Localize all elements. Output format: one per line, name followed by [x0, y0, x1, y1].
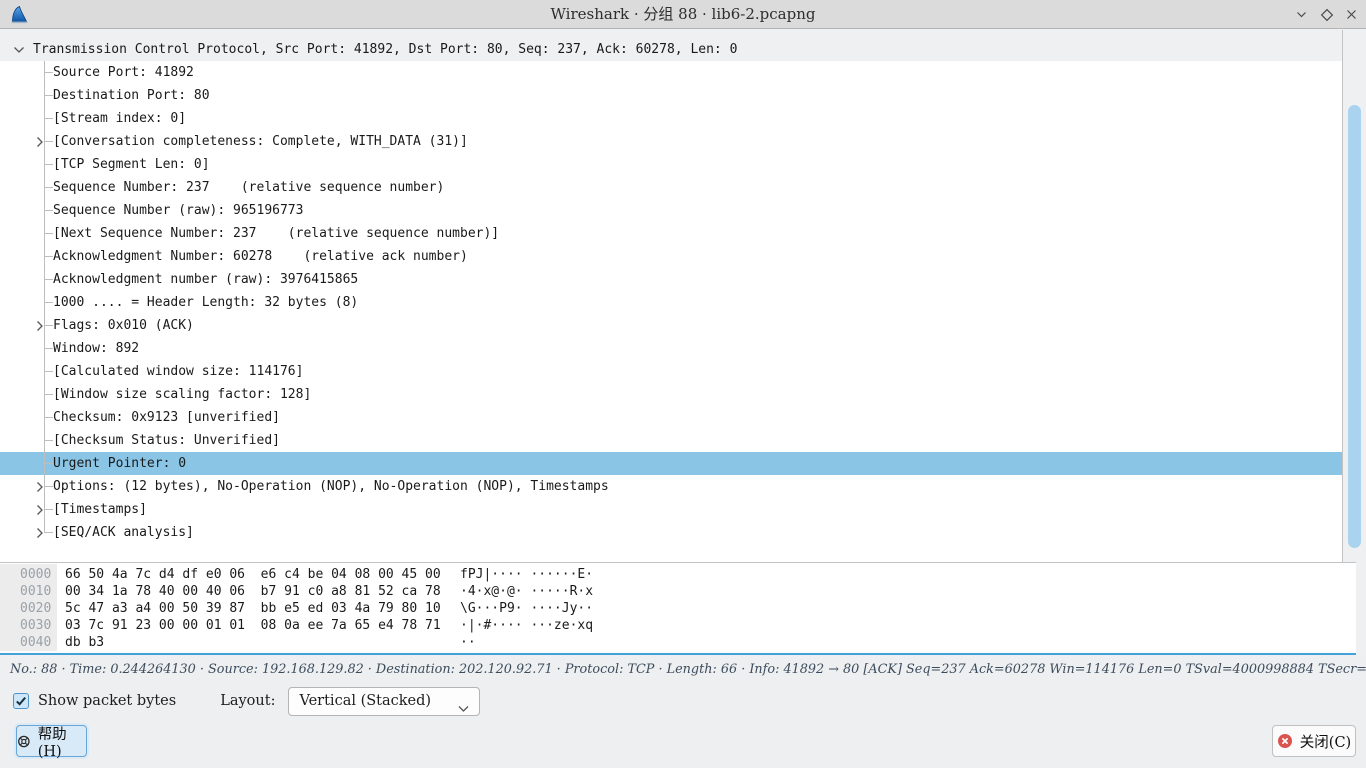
hex-ascii[interactable]: fPJ|···· ······E· — [460, 566, 593, 583]
tree-row-label: [TCP Segment Len: 0] — [0, 157, 210, 172]
tree-row[interactable]: [Checksum Status: Unverified] — [0, 429, 1342, 452]
show-packet-bytes-checkbox[interactable] — [13, 693, 29, 709]
chevron-down-icon — [457, 697, 470, 724]
tree-row[interactable]: [Conversation completeness: Complete, WI… — [0, 130, 1342, 153]
expand-icon[interactable] — [34, 527, 46, 539]
tree-row-label: [Conversation completeness: Complete, WI… — [0, 134, 468, 149]
tree-row-label: [Checksum Status: Unverified] — [0, 433, 280, 448]
tree-row-label: Checksum: 0x9123 [unverified] — [0, 410, 280, 425]
hex-bytes[interactable]: 66 50 4a 7c d4 df e0 06 e6 c4 be 04 08 0… — [65, 566, 441, 583]
tree-row-label: [Next Sequence Number: 237 (relative seq… — [0, 226, 499, 241]
hex-row[interactable]: 0020 5c 47 a3 a4 00 50 39 87 bb e5 ed 03 … — [0, 600, 1356, 617]
tree-row[interactable]: Window: 892 — [0, 337, 1342, 360]
tree-row[interactable]: [Window size scaling factor: 128] — [0, 383, 1342, 406]
packet-detail-tree[interactable]: Transmission Control Protocol, Src Port:… — [0, 30, 1342, 562]
tree-row[interactable]: [SEQ/ACK analysis] — [0, 521, 1342, 544]
maximize-button[interactable] — [1314, 0, 1340, 29]
hex-dump-pane[interactable]: 0000 66 50 4a 7c d4 df e0 06 e6 c4 be 04 … — [0, 562, 1356, 655]
minimize-button[interactable] — [1288, 0, 1314, 29]
hex-bytes[interactable]: 00 34 1a 78 40 00 40 06 b7 91 c0 a8 81 5… — [65, 583, 441, 600]
tree-row-label: Sequence Number (raw): 965196773 — [0, 203, 303, 218]
tree-row-label: Source Port: 41892 — [0, 65, 194, 80]
hex-ascii[interactable]: \G···P9· ····Jy·· — [460, 600, 593, 617]
expand-icon[interactable] — [34, 136, 46, 148]
hex-row[interactable]: 0040 db b3 ·· — [0, 634, 1356, 651]
tree-row[interactable]: Acknowledgment number (raw): 3976415865 — [0, 268, 1342, 291]
packet-detail-dialog: Wireshark · 分组 88 · lib6-2.pcapng Transm… — [0, 0, 1366, 768]
hex-ascii[interactable]: ·4·x@·@· ·····R·x — [460, 583, 593, 600]
hex-offset: 0010 — [20, 583, 51, 600]
tree-row[interactable]: Acknowledgment Number: 60278 (relative a… — [0, 245, 1342, 268]
controls-row: Show packet bytes Layout: Vertical (Stac… — [13, 686, 480, 716]
close-button-label: 关闭(C) — [1300, 731, 1351, 752]
packet-summary-status: No.: 88 · Time: 0.244264130 · Source: 19… — [10, 662, 1360, 677]
help-button[interactable]: 帮助(H) — [16, 725, 87, 757]
hex-bytes[interactable]: 5c 47 a3 a4 00 50 39 87 bb e5 ed 03 4a 7… — [65, 600, 441, 617]
title-bar: Wireshark · 分组 88 · lib6-2.pcapng — [0, 0, 1366, 29]
tree-row[interactable]: [Calculated window size: 114176] — [0, 360, 1342, 383]
window-title: Wireshark · 分组 88 · lib6-2.pcapng — [0, 0, 1366, 29]
tree-row[interactable]: Sequence Number: 237 (relative sequence … — [0, 176, 1342, 199]
tree-row-label: Acknowledgment number (raw): 3976415865 — [0, 272, 358, 287]
vertical-scrollbar[interactable] — [1342, 30, 1366, 562]
hex-bytes[interactable]: db b3 — [65, 634, 104, 651]
help-button-label: 帮助(H) — [38, 723, 86, 760]
close-button[interactable]: 关闭(C) — [1272, 725, 1356, 757]
tree-row[interactable]: [Next Sequence Number: 237 (relative seq… — [0, 222, 1342, 245]
red-x-circle-icon — [1277, 733, 1293, 749]
tree-rows: Transmission Control Protocol, Src Port:… — [0, 30, 1342, 544]
hex-offset: 0040 — [20, 634, 51, 651]
tree-row-label: Destination Port: 80 — [0, 88, 210, 103]
tree-row-label: [Stream index: 0] — [0, 111, 186, 126]
tree-row[interactable]: [Timestamps] — [0, 498, 1342, 521]
hex-row[interactable]: 0030 03 7c 91 23 00 00 01 01 08 0a ee 7a … — [0, 617, 1356, 634]
expand-icon[interactable] — [34, 481, 46, 493]
footer: No.: 88 · Time: 0.244264130 · Source: 19… — [0, 655, 1366, 768]
tree-row[interactable]: [Stream index: 0] — [0, 107, 1342, 130]
expand-icon[interactable] — [34, 320, 46, 332]
hex-row[interactable]: 0010 00 34 1a 78 40 00 40 06 b7 91 c0 a8 … — [0, 583, 1356, 600]
tree-row-label: Transmission Control Protocol, Src Port:… — [0, 42, 737, 57]
tree-row-label: Options: (12 bytes), No-Operation (NOP),… — [0, 479, 609, 494]
hex-rows: 0000 66 50 4a 7c d4 df e0 06 e6 c4 be 04 … — [0, 563, 1356, 651]
hex-dump-area: 0000 66 50 4a 7c d4 df e0 06 e6 c4 be 04 … — [0, 562, 1366, 655]
tree-row-label: Sequence Number: 237 (relative sequence … — [0, 180, 444, 195]
tree-row-label: Window: 892 — [0, 341, 139, 356]
tree-row-label: Urgent Pointer: 0 — [0, 456, 186, 471]
tree-row-label: [Window size scaling factor: 128] — [0, 387, 311, 402]
close-window-button[interactable] — [1338, 0, 1364, 29]
hex-ascii[interactable]: ·|·#···· ···ze·xq — [460, 617, 593, 634]
tree-row[interactable]: Checksum: 0x9123 [unverified] — [0, 406, 1342, 429]
hex-offset: 0000 — [20, 566, 51, 583]
life-buoy-icon — [17, 734, 31, 749]
hex-row[interactable]: 0000 66 50 4a 7c d4 df e0 06 e6 c4 be 04 … — [0, 566, 1356, 583]
tree-row[interactable]: Options: (12 bytes), No-Operation (NOP),… — [0, 475, 1342, 498]
collapse-icon[interactable] — [13, 44, 25, 56]
expand-icon[interactable] — [34, 504, 46, 516]
hex-offset: 0020 — [20, 600, 51, 617]
layout-label: Layout: — [220, 693, 275, 709]
tree-row[interactable]: Source Port: 41892 — [0, 61, 1342, 84]
tree-row[interactable]: [TCP Segment Len: 0] — [0, 153, 1342, 176]
show-packet-bytes-label: Show packet bytes — [38, 693, 176, 709]
tree-row-label: [Timestamps] — [0, 502, 147, 517]
tree-row[interactable]: Urgent Pointer: 0 — [0, 452, 1342, 475]
tree-row[interactable]: Flags: 0x010 (ACK) — [0, 314, 1342, 337]
tree-row-label: [Calculated window size: 114176] — [0, 364, 303, 379]
tree-row-label: Acknowledgment Number: 60278 (relative a… — [0, 249, 468, 264]
layout-dropdown[interactable]: Vertical (Stacked) — [288, 687, 480, 716]
hex-bytes[interactable]: 03 7c 91 23 00 00 01 01 08 0a ee 7a 65 e… — [65, 617, 441, 634]
tree-row-label: [SEQ/ACK analysis] — [0, 525, 194, 540]
tree-row-label: 1000 .... = Header Length: 32 bytes (8) — [0, 295, 358, 310]
tree-row-label: Flags: 0x010 (ACK) — [0, 318, 194, 333]
tree-row[interactable]: 1000 .... = Header Length: 32 bytes (8) — [0, 291, 1342, 314]
hex-offset: 0030 — [20, 617, 51, 634]
hex-ascii[interactable]: ·· — [460, 634, 476, 651]
layout-dropdown-value: Vertical (Stacked) — [299, 693, 431, 709]
tree-row[interactable]: Sequence Number (raw): 965196773 — [0, 199, 1342, 222]
tree-row[interactable]: Destination Port: 80 — [0, 84, 1342, 107]
tree-row[interactable]: Transmission Control Protocol, Src Port:… — [0, 30, 1342, 61]
scrollbar-thumb[interactable] — [1348, 105, 1361, 548]
